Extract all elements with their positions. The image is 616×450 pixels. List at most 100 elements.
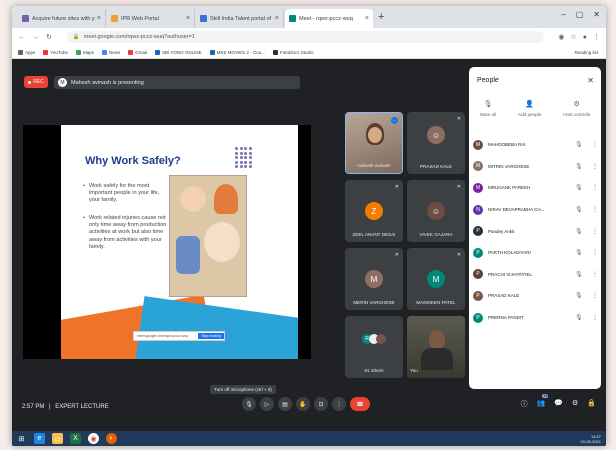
- mic-off-icon[interactable]: 🎙: [575, 184, 591, 191]
- participant-tile[interactable]: ✕ Z ZEEL ANANT DESAI: [345, 180, 403, 242]
- lock-icon[interactable]: 🔒: [587, 399, 596, 409]
- self-tile[interactable]: You: [407, 316, 465, 378]
- participant-tile[interactable]: ✕ M MERIN VARGHESE: [345, 248, 403, 310]
- more-options-icon[interactable]: ⋮: [591, 141, 599, 148]
- mic-off-icon[interactable]: 🎙: [575, 163, 591, 170]
- minimize-button[interactable]: –: [561, 10, 565, 19]
- more-options-icon[interactable]: ⋮: [591, 314, 599, 321]
- participant-row[interactable]: P PRACHI VIJAYPATEL 🎙 ⋮: [473, 264, 599, 286]
- participant-tile[interactable]: ⋯ mahesh avinash: [345, 112, 403, 174]
- bookmark-item[interactable]: Fotoblocs Studio: [272, 49, 313, 55]
- activities-icon[interactable]: ⚙: [572, 399, 578, 409]
- participant-row[interactable]: N NIRAV DEVAPRABHA CH... 🎙 ⋮: [473, 199, 599, 221]
- more-options-icon[interactable]: ⋮: [591, 271, 599, 278]
- bookmark-item[interactable]: MSE MOVIES 2 - Cou...: [209, 49, 265, 55]
- rec-label: REC: [33, 79, 44, 85]
- system-tray-clock[interactable]: 14:57 09-06-2021: [581, 434, 601, 444]
- recording-badge: REC: [24, 76, 48, 88]
- chat-icon[interactable]: 💬: [554, 399, 563, 409]
- tab-close-icon[interactable]: ×: [97, 15, 101, 22]
- mic-off-icon[interactable]: 🎙: [575, 292, 591, 299]
- more-options-icon[interactable]: ⋮: [591, 228, 599, 235]
- tab-close-icon[interactable]: ×: [275, 15, 279, 22]
- mic-off-icon[interactable]: 🎙: [575, 271, 591, 278]
- chrome-icon[interactable]: ◉: [88, 433, 99, 444]
- file-explorer-icon[interactable]: ▭: [52, 433, 63, 444]
- tab-close-icon[interactable]: ×: [365, 15, 369, 22]
- more-options-icon[interactable]: ⋮: [591, 206, 599, 213]
- bookmark-item[interactable]: Gmail: [128, 49, 147, 55]
- url-input[interactable]: 🔒 meet.google.com/rqwz-pccz-wuq?authuser…: [66, 31, 545, 43]
- edge-icon[interactable]: e: [34, 433, 45, 444]
- stop-sharing-button[interactable]: Stop sharing: [198, 333, 224, 339]
- bookmark-item[interactable]: SBI YONO ONLINE: [155, 49, 202, 55]
- participant-tile[interactable]: ✕ M MANSIKEN PATEL: [407, 248, 465, 310]
- add-people-button[interactable]: 👤 Add people: [518, 100, 541, 117]
- raise-hand-icon[interactable]: ✋: [296, 397, 310, 411]
- participant-tile[interactable]: ✕ ☺ VIVEK GAJARA: [407, 180, 465, 242]
- star-icon[interactable]: ☆: [570, 33, 576, 41]
- maximize-button[interactable]: ▢: [576, 10, 584, 19]
- mic-off-icon[interactable]: 🎙: [575, 314, 591, 321]
- bookmark-item[interactable]: News: [101, 49, 120, 55]
- participant-name: PRERNA PANDIT: [488, 315, 524, 321]
- participant-row[interactable]: M MITRIN VARGHESE 🎙 ⋮: [473, 156, 599, 178]
- participant-row[interactable]: M MRUGANK PAREKH 🎙 ⋮: [473, 177, 599, 199]
- captions-icon[interactable]: ▤: [278, 397, 292, 411]
- tab-favicon-icon: [289, 15, 296, 22]
- reload-icon[interactable]: ↻: [46, 33, 52, 41]
- more-options-icon[interactable]: ⋮: [591, 163, 599, 170]
- new-tab-button[interactable]: +: [378, 11, 384, 23]
- separator: |: [49, 404, 51, 410]
- participant-row[interactable]: M MAHOOBEBA RAI 🎙 ⋮: [473, 134, 599, 156]
- end-call-icon[interactable]: ☎: [350, 397, 370, 411]
- mic-off-icon[interactable]: 🎙: [575, 206, 591, 213]
- bookmark-item[interactable]: Apps: [18, 49, 35, 55]
- info-icon[interactable]: ⓘ: [521, 399, 528, 409]
- participant-row[interactable]: P PARTH KOLADIYARI 🎙 ⋮: [473, 242, 599, 264]
- mic-tooltip: Turn off microphone (ctrl + d): [210, 385, 276, 394]
- close-icon[interactable]: ✕: [587, 76, 594, 85]
- present-icon[interactable]: ⊡: [314, 397, 328, 411]
- bookmark-item[interactable]: YouTube: [43, 49, 68, 55]
- reading-list-button[interactable]: Reading list: [574, 50, 598, 55]
- browser-tab[interactable]: IPR Web Portal ×: [107, 9, 195, 28]
- camera-indicator-icon[interactable]: ◉: [558, 33, 564, 41]
- mic-off-icon[interactable]: 🎙: [575, 249, 591, 256]
- others-tile[interactable]: R 91 others: [345, 316, 403, 378]
- participant-name: VIVEK GAJARA: [419, 232, 453, 237]
- self-name: You: [410, 368, 418, 373]
- bookmarks-bar: Apps YouTube Maps News Gmail SBI YONO ONLINE M…: [12, 46, 606, 59]
- close-window-button[interactable]: ✕: [593, 10, 600, 19]
- mute-all-button[interactable]: 🎙 Mute all: [480, 100, 496, 117]
- participant-row[interactable]: P PRERNA PANDIT 🎙 ⋮: [473, 307, 599, 329]
- dot-decoration: [248, 160, 252, 164]
- menu-icon[interactable]: ⋮: [593, 33, 600, 41]
- excel-icon[interactable]: X: [70, 433, 81, 444]
- participant-tile[interactable]: ✕ ☺ PRASAD KALE: [407, 112, 465, 174]
- participant-row[interactable]: P PRASAD KALE 🎙 ⋮: [473, 285, 599, 307]
- bookmark-item[interactable]: Maps: [75, 49, 94, 55]
- camera-icon[interactable]: ▷: [260, 397, 274, 411]
- host-controls-button[interactable]: ⚙ Host controls: [563, 100, 590, 117]
- browser-tab[interactable]: Meet - rqwz-pccz-wuq ×: [285, 9, 373, 28]
- back-icon[interactable]: ←: [18, 34, 25, 41]
- firefox-icon[interactable]: ◐: [106, 433, 117, 444]
- slide-bullet-2: • Work related injuries cause not only ti…: [83, 215, 167, 250]
- mic-off-icon[interactable]: 🎙: [575, 141, 591, 148]
- profile-avatar[interactable]: ●: [583, 34, 587, 41]
- browser-tab[interactable]: Skill India Talent portal of ... ×: [196, 9, 284, 28]
- more-options-icon[interactable]: ⋮: [591, 184, 599, 191]
- browser-tab[interactable]: Acquire future sites with your...×: [18, 9, 106, 28]
- more-options-icon[interactable]: ⋮: [591, 292, 599, 299]
- mic-icon[interactable]: 🎙: [242, 397, 256, 411]
- more-icon[interactable]: ⋮: [332, 397, 346, 411]
- tab-close-icon[interactable]: ×: [186, 15, 190, 22]
- sharing-url-bar: meet.google.com/rqwz-pccz-wuq Stop shari…: [133, 331, 225, 341]
- mic-off-icon[interactable]: 🎙: [575, 228, 591, 235]
- people-icon[interactable]: 👥 99: [537, 394, 549, 409]
- participant-row[interactable]: P Pandey Ankit 🎙 ⋮: [473, 220, 599, 242]
- forward-icon[interactable]: →: [32, 34, 39, 41]
- start-icon[interactable]: ⊞: [16, 433, 27, 444]
- more-options-icon[interactable]: ⋮: [591, 249, 599, 256]
